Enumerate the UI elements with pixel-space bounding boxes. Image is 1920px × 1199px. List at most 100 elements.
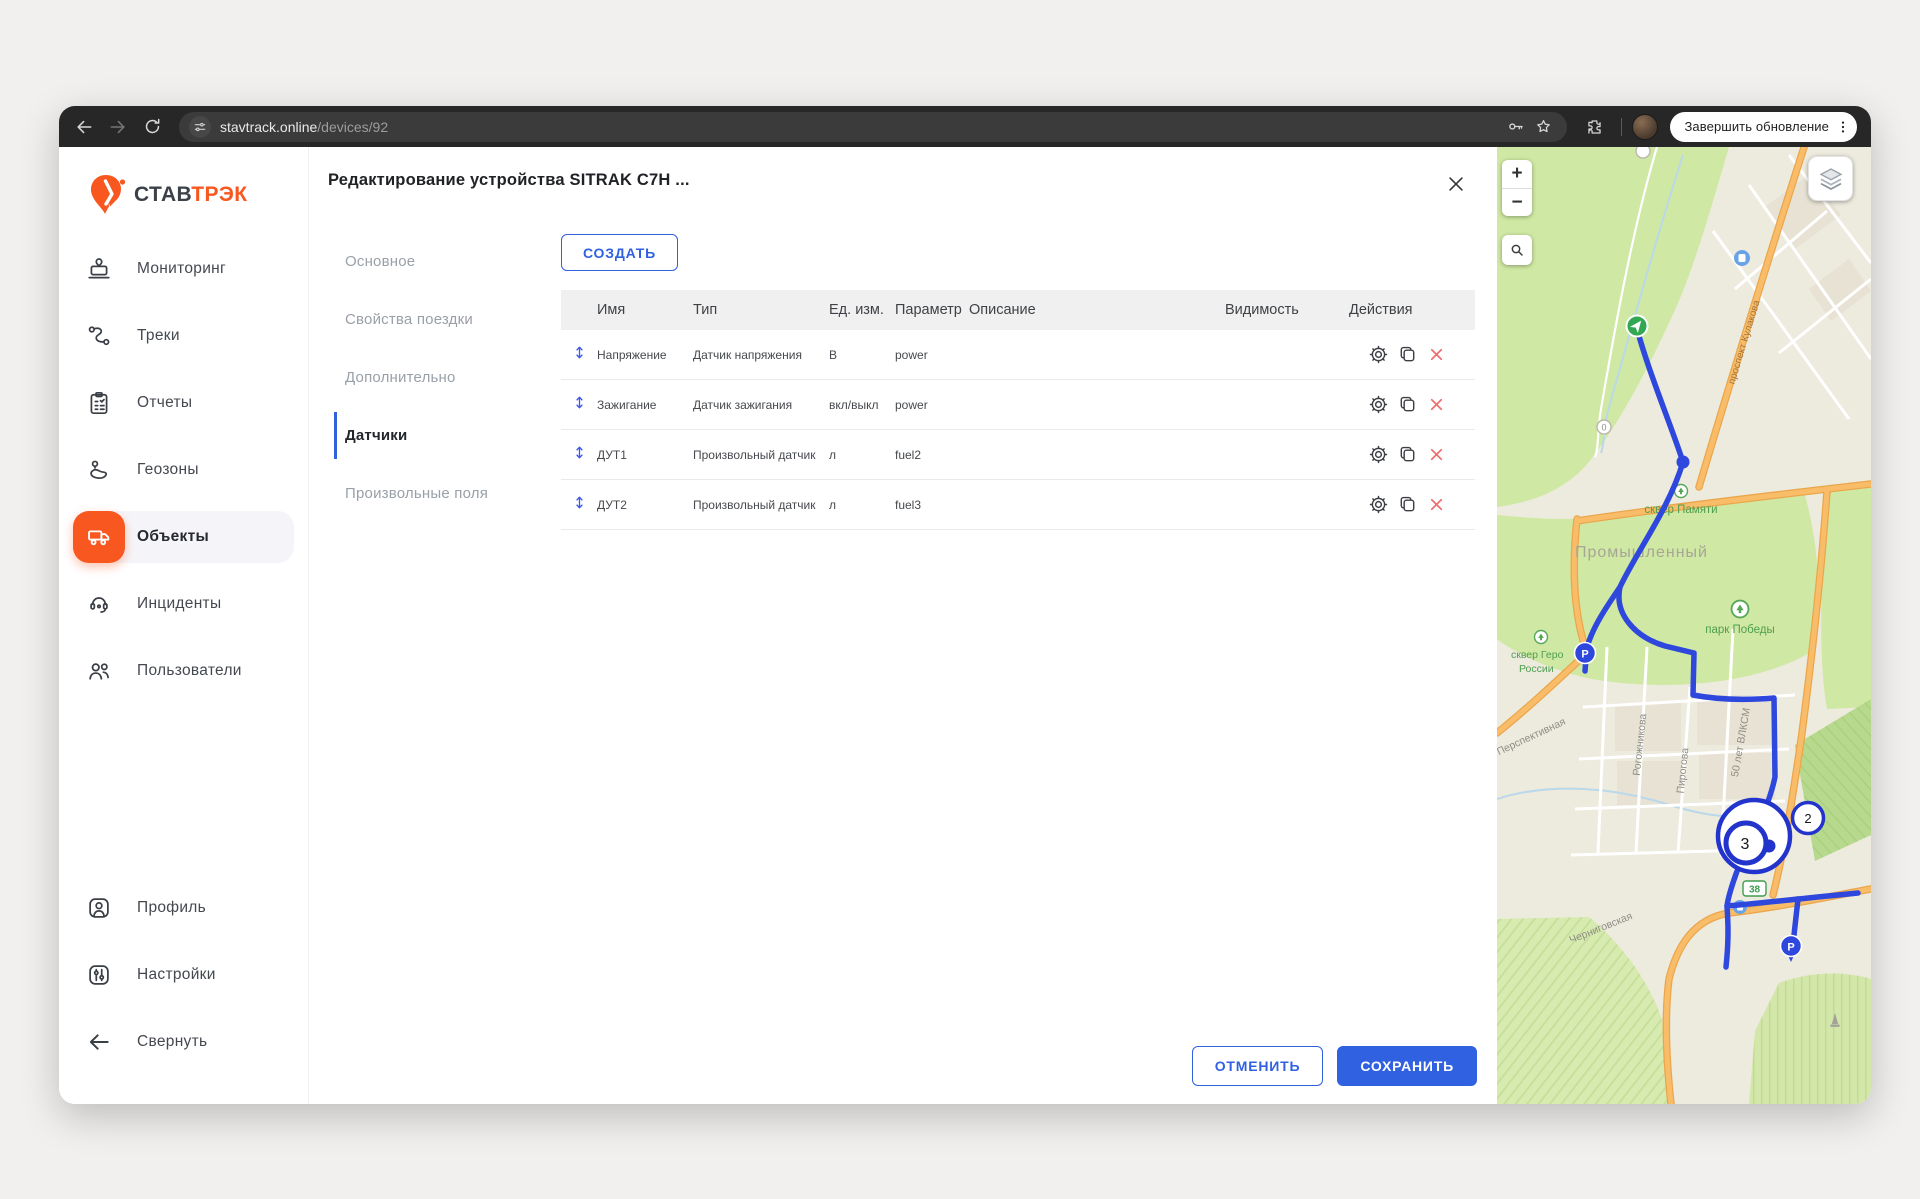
url-path: /devices/92 <box>317 119 388 135</box>
sensor-settings-button[interactable] <box>1367 394 1389 416</box>
road-shield: 38 <box>1743 881 1766 896</box>
modal-tabs: Основное Свойства поездки Дополнительно … <box>334 238 549 528</box>
sidebar-item-users[interactable]: Пользователи <box>73 645 294 697</box>
sidebar-item-label: Отчеты <box>137 394 192 412</box>
finish-update-button[interactable]: Завершить обновление <box>1670 112 1857 142</box>
svg-text:0: 0 <box>1601 423 1606 433</box>
sensor-type: Произвольный датчик <box>693 448 829 462</box>
reload-button[interactable] <box>135 110 169 144</box>
table-header-row: Имя Тип Ед. изм. Параметр Описание Видим… <box>561 290 1475 330</box>
geozones-icon <box>73 444 125 496</box>
sensor-name: Напряжение <box>597 348 693 362</box>
col-header-visibility: Видимость <box>1225 302 1349 318</box>
sidebar-item-collapse[interactable]: Свернуть <box>73 1016 294 1068</box>
sidebar-nav: Мониторинг Треки Отчеты <box>59 243 308 712</box>
sensor-copy-button[interactable] <box>1396 444 1418 466</box>
logo-pin-icon <box>89 173 127 217</box>
star-icon <box>1534 117 1553 136</box>
zoom-out-button[interactable]: − <box>1502 188 1532 216</box>
map-search-button[interactable] <box>1502 235 1532 265</box>
map-zoom-control: + − <box>1502 160 1532 216</box>
drag-handle-icon[interactable] <box>571 344 588 366</box>
sensor-param: power <box>895 348 969 362</box>
sensor-settings-button[interactable] <box>1367 344 1389 366</box>
table-row: ДУТ1 Произвольный датчик л fuel2 <box>561 430 1475 480</box>
sensor-param: fuel3 <box>895 498 969 512</box>
sidebar: СТАВТРЭК Мониторинг Треки <box>59 147 309 1104</box>
sidebar-item-geozones[interactable]: Геозоны <box>73 444 294 496</box>
objects-truck-icon <box>73 511 125 563</box>
url-host: stavtrack.online <box>220 119 317 135</box>
sidebar-item-monitoring[interactable]: Мониторинг <box>73 243 294 295</box>
profile-avatar[interactable] <box>1632 114 1658 140</box>
col-header-param: Параметр <box>895 302 969 318</box>
drag-handle-icon[interactable] <box>571 494 588 516</box>
sensor-name: ДУТ1 <box>597 448 693 462</box>
route-start-marker[interactable] <box>1627 316 1648 337</box>
sidebar-item-label: Геозоны <box>137 461 199 479</box>
tracks-icon <box>73 310 125 362</box>
toolbar-separator <box>1621 118 1622 136</box>
tab-additional[interactable]: Дополнительно <box>334 354 549 401</box>
sensor-delete-button[interactable] <box>1425 344 1447 366</box>
url-bar[interactable]: stavtrack.online/devices/92 <box>179 112 1567 142</box>
sensor-param: fuel2 <box>895 448 969 462</box>
zoom-in-button[interactable]: + <box>1502 160 1532 188</box>
sidebar-footer: Профиль Настройки Свернуть <box>59 882 308 1083</box>
url-text: stavtrack.online/devices/92 <box>220 119 388 135</box>
map-canvas: 0 Промышленный проспект Кулакова сквер П… <box>1497 147 1871 1104</box>
park-label: сквер Памяти <box>1644 504 1717 516</box>
sensor-name: Зажигание <box>597 398 693 412</box>
map-panel[interactable]: 0 Промышленный проспект Кулакова сквер П… <box>1497 147 1871 1104</box>
col-header-type: Тип <box>693 302 829 318</box>
park-label: парк Победы <box>1705 624 1774 636</box>
save-button[interactable]: СОХРАНИТЬ <box>1337 1046 1477 1086</box>
site-settings-icon[interactable] <box>189 116 211 138</box>
sidebar-item-label: Профиль <box>137 899 206 917</box>
sensor-settings-button[interactable] <box>1367 494 1389 516</box>
create-button[interactable]: СОЗДАТЬ <box>561 234 678 271</box>
map-layers-button[interactable] <box>1808 156 1853 201</box>
sensor-copy-button[interactable] <box>1396 494 1418 516</box>
settings-sliders-icon <box>73 949 125 1001</box>
sidebar-item-tracks[interactable]: Треки <box>73 310 294 362</box>
search-icon <box>1509 242 1525 258</box>
cluster-marker-large[interactable]: 3 <box>1718 800 1790 872</box>
back-icon <box>74 117 94 137</box>
sensor-copy-button[interactable] <box>1396 394 1418 416</box>
menu-dots-icon[interactable] <box>1835 119 1851 135</box>
drag-handle-icon[interactable] <box>571 444 588 466</box>
sensor-delete-button[interactable] <box>1425 394 1447 416</box>
sensor-copy-button[interactable] <box>1396 344 1418 366</box>
back-button[interactable] <box>67 110 101 144</box>
tab-general[interactable]: Основное <box>334 238 549 285</box>
sensor-settings-button[interactable] <box>1367 444 1389 466</box>
tab-trip-properties[interactable]: Свойства поездки <box>334 296 549 343</box>
sensor-delete-button[interactable] <box>1425 494 1447 516</box>
sensor-name: ДУТ2 <box>597 498 693 512</box>
drag-handle-icon[interactable] <box>571 394 588 416</box>
modal-title: Редактирование устройства SITRAK C7H ... <box>328 171 690 190</box>
sensor-delete-button[interactable] <box>1425 444 1447 466</box>
tab-custom-fields[interactable]: Произвольные поля <box>334 470 549 517</box>
sidebar-item-label: Свернуть <box>137 1033 207 1051</box>
cancel-button[interactable]: ОТМЕНИТЬ <box>1192 1046 1324 1086</box>
key-icon <box>1506 117 1525 136</box>
sidebar-item-label: Настройки <box>137 966 216 984</box>
sidebar-item-settings[interactable]: Настройки <box>73 949 294 1001</box>
tab-sensors[interactable]: Датчики <box>334 412 549 459</box>
close-button[interactable] <box>1443 171 1469 197</box>
sidebar-item-label: Объекты <box>137 528 209 546</box>
cluster-marker-small[interactable]: 2 <box>1793 803 1824 834</box>
sidebar-item-profile[interactable]: Профиль <box>73 882 294 934</box>
forward-button[interactable] <box>101 110 135 144</box>
sidebar-item-objects[interactable]: Объекты <box>73 511 294 563</box>
extensions-button[interactable] <box>1577 110 1611 144</box>
password-key-button[interactable] <box>1501 113 1529 141</box>
sidebar-item-incidents[interactable]: Инциденты <box>73 578 294 630</box>
route-node-dot[interactable] <box>1677 456 1690 469</box>
sidebar-item-reports[interactable]: Отчеты <box>73 377 294 429</box>
park-label: сквер Геро <box>1511 649 1564 661</box>
device-edit-panel: Редактирование устройства SITRAK C7H ...… <box>309 147 1497 1104</box>
bookmark-star-button[interactable] <box>1529 113 1557 141</box>
